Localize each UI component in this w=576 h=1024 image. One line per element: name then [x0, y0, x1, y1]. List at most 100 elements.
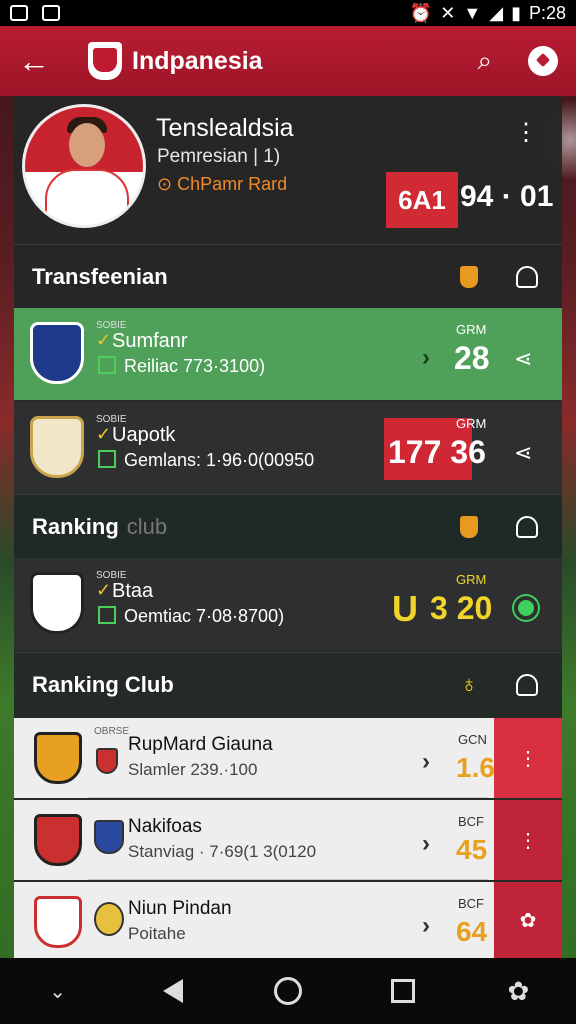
mute-icon: ✕ — [440, 2, 456, 23]
notification-icon — [42, 5, 60, 21]
soccer-ball-icon[interactable] — [528, 46, 558, 76]
rank-letter: U — [392, 588, 418, 629]
divider — [88, 879, 488, 880]
club-crest-icon — [88, 42, 122, 80]
team-crest-icon — [30, 572, 84, 634]
row-stat: 45 — [456, 834, 488, 865]
share-icon[interactable]: ⋖ — [514, 440, 532, 466]
player-club[interactable]: ⊙ ChPamr Rard — [157, 174, 287, 195]
row-name: Sumfanr — [112, 330, 188, 352]
divider — [88, 797, 488, 798]
transfer-row[interactable]: SOBIE ✓ Sumfanr Reiliac 773·3100) GRM › … — [14, 308, 562, 400]
club-row[interactable]: OBRSE RupMard Giauna Slamler 239.·100 › … — [14, 718, 562, 798]
chevron-icon: ✓ — [96, 330, 112, 350]
small-crest-icon — [96, 748, 118, 774]
status-time: P:28 — [528, 2, 566, 23]
alarm-icon: ⏰ — [409, 2, 433, 23]
row-detail: Reiliac 773·3100) — [124, 356, 266, 376]
row-stat-label: GCN — [458, 732, 487, 747]
back-button[interactable]: ← — [18, 43, 58, 80]
section-title: Ranking Club — [32, 671, 174, 697]
arrow-icon: › — [422, 748, 430, 775]
row-stat-label: GRM — [456, 416, 487, 431]
bag-icon[interactable] — [460, 265, 478, 288]
system-nav-bar: ⌄ ✿ — [0, 958, 576, 1024]
signal-icon: ◢ — [489, 2, 504, 23]
section-ranking-club: Ranking Club ♁ — [14, 652, 562, 716]
team-crest-icon — [30, 322, 84, 384]
small-crest-icon — [94, 820, 124, 854]
gallery-icon — [10, 5, 28, 21]
team-crest-icon — [30, 416, 84, 478]
player-profile: Tenslealdsia Pemresian | 1) ⊙ ChPamr Rar… — [14, 96, 562, 244]
player-score: 94 · 01 — [460, 180, 554, 213]
settings-icon[interactable]: ♁ — [460, 671, 478, 699]
wifi-icon: ▼ — [463, 2, 482, 23]
ranking-row[interactable]: SOBIE ✓ Btaa Oemtiac 7·08·8700) U GRM 3 … — [14, 558, 562, 650]
row-stat: 28 — [454, 340, 490, 376]
section-title: Ranking — [32, 513, 119, 539]
club-row[interactable]: Nakifoas Stanviag · 7·69(1 3(0120 › BCF … — [14, 800, 562, 880]
small-crest-icon — [94, 902, 124, 936]
row-name: Niun Pindan — [128, 898, 232, 919]
row-tag: OBRSE — [94, 726, 130, 737]
section-subtitle: club — [126, 513, 168, 539]
row-name: Btaa — [112, 580, 154, 602]
chevron-down-icon[interactable]: ⌄ — [28, 979, 88, 1004]
team-crest-icon — [34, 814, 82, 866]
row-name: Uapotk — [112, 424, 176, 446]
chevron-icon: ✓ — [96, 424, 112, 444]
club-row[interactable]: Niun Pindan Poitahe › BCF 64 ✿ — [14, 882, 562, 958]
row-name: RupMard Giauna — [128, 734, 273, 755]
page-title: Indpanesia — [132, 46, 263, 75]
team-crest-icon — [34, 732, 82, 784]
row-stat: 177 36 — [388, 434, 486, 470]
row-detail: Poitahe — [128, 924, 186, 943]
club-action-button[interactable]: ⋮ — [494, 718, 562, 798]
team-crest-icon — [34, 896, 82, 948]
score-badge: 6A1 — [386, 172, 458, 228]
transfer-row[interactable]: SOBIE ✓ Uapotk Gemlans: 1·96·0(00950 GRM… — [14, 402, 562, 494]
app-bar: ← Indpanesia ⌕ — [0, 26, 576, 96]
more-options-icon[interactable]: ⋮ — [514, 118, 538, 147]
user-icon[interactable] — [516, 673, 538, 696]
section-title: Transfeenian — [32, 263, 168, 289]
user-icon[interactable] — [516, 265, 538, 288]
club-action-button[interactable]: ✿ — [494, 882, 562, 958]
club-action-button[interactable]: ⋮ — [494, 800, 562, 880]
bag-icon[interactable] — [460, 515, 478, 538]
row-detail: Slamler 239.·100 — [128, 760, 258, 779]
row-stat-label: BCF — [458, 896, 484, 911]
row-name: Nakifoas — [128, 816, 202, 837]
search-icon[interactable]: ⌕ — [477, 45, 492, 77]
player-name: Tenslealdsia — [156, 114, 294, 142]
share-icon[interactable]: ⋖ — [514, 346, 532, 372]
content-panel: Tenslealdsia Pemresian | 1) ⊙ ChPamr Rar… — [14, 96, 562, 958]
check-icon — [98, 606, 116, 624]
battery-icon: ▮ — [511, 2, 521, 23]
row-stat-label: GRM — [456, 572, 487, 587]
online-dot-icon[interactable] — [514, 596, 538, 620]
soccer-ball-icon[interactable]: ✿ — [488, 976, 548, 1007]
row-stat: 1.6 — [456, 752, 495, 783]
avatar[interactable] — [22, 104, 146, 228]
row-detail: Gemlans: 1·96·0(00950 — [124, 450, 315, 470]
check-icon — [98, 356, 116, 374]
row-detail: Oemtiac 7·08·8700) — [124, 606, 285, 626]
user-icon[interactable] — [516, 515, 538, 538]
arrow-icon: › — [422, 830, 430, 857]
check-icon — [98, 450, 116, 468]
status-bar: ⏰ ✕ ▼ ◢ ▮ P:28 — [0, 0, 576, 26]
row-stat-label: GRM — [456, 322, 487, 337]
row-stat-label: BCF — [458, 814, 484, 829]
arrow-icon: › — [422, 344, 430, 371]
row-detail: Stanviag · 7·69(1 3(0120 — [128, 842, 317, 861]
nav-recents-button[interactable] — [373, 979, 433, 1003]
section-ranking: Ranking club — [14, 494, 562, 558]
section-transfers: Transfeenian — [14, 244, 562, 308]
chevron-icon: ✓ — [96, 580, 112, 600]
nav-home-button[interactable] — [258, 977, 318, 1005]
arrow-icon: › — [422, 912, 430, 939]
nav-back-button[interactable] — [143, 979, 203, 1003]
player-position: Pemresian | 1) — [157, 146, 281, 167]
